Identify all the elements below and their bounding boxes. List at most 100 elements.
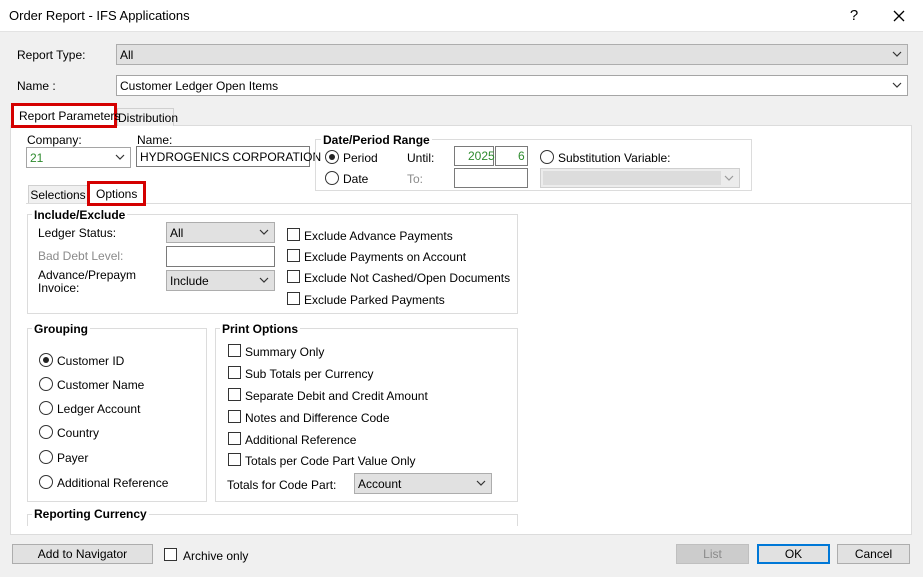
tab-options[interactable]: Options [87, 181, 146, 206]
print-options-title: Print Options [220, 322, 300, 336]
notes-difference-code-label: Notes and Difference Code [245, 411, 390, 425]
title-bar: Order Report - IFS Applications ? [0, 0, 923, 32]
grouping-additional-reference-radio[interactable] [39, 475, 53, 489]
company-name-value: HYDROGENICS CORPORATION [140, 150, 322, 164]
report-type-select[interactable]: All [116, 44, 908, 65]
company-name-field[interactable]: HYDROGENICS CORPORATION [136, 146, 321, 167]
summary-only-label: Summary Only [245, 345, 325, 359]
to-label: To: [407, 172, 424, 186]
until-period-field[interactable]: 6 [495, 146, 528, 166]
date-label: Date [343, 172, 369, 186]
grouping-ledger-account-radio[interactable] [39, 401, 53, 415]
tab-report-parameters-label: Report Parameters [19, 109, 121, 123]
advance-prepaym-label-2: Invoice: [38, 281, 80, 295]
close-button[interactable] [879, 3, 919, 29]
sub-totals-per-currency-checkbox[interactable] [228, 366, 241, 379]
chevron-down-icon [258, 225, 270, 239]
tab-selections[interactable]: Selections [28, 185, 88, 203]
summary-only-checkbox[interactable] [228, 344, 241, 357]
report-type-label: Report Type: [17, 48, 86, 62]
substitution-variable-label: Substitution Variable: [558, 151, 671, 165]
ledger-status-value: All [170, 226, 184, 240]
totals-for-code-part-value: Account [358, 477, 402, 491]
sub-totals-per-currency-label: Sub Totals per Currency [245, 367, 374, 381]
subtab-divider [26, 203, 912, 204]
period-label: Period [343, 151, 378, 165]
archive-only-label: Archive only [183, 549, 249, 563]
grouping-customer-id-radio[interactable] [39, 353, 53, 367]
separate-debit-credit-checkbox[interactable] [228, 388, 241, 401]
to-field[interactable] [454, 168, 528, 188]
cancel-button[interactable]: Cancel [837, 544, 910, 564]
ledger-status-select[interactable]: All [166, 222, 275, 243]
until-year-value: 2025 [468, 149, 495, 163]
date-radio[interactable] [325, 171, 339, 185]
totals-per-code-part-label: Totals per Code Part Value Only [245, 454, 416, 468]
tab-distribution[interactable]: Distribution [117, 108, 178, 126]
chevron-down-icon [723, 171, 735, 185]
substitution-variable-select[interactable] [540, 168, 740, 188]
grouping-customer-name-radio[interactable] [39, 377, 53, 391]
grouping-country-label: Country [57, 426, 100, 440]
include-exclude-title: Include/Exclude [32, 208, 128, 222]
grouping-additional-reference-label: Additional Reference [57, 476, 169, 490]
grouping-payer-radio[interactable] [39, 450, 53, 464]
help-button[interactable]: ? [834, 3, 874, 29]
reporting-currency-title: Reporting Currency [32, 507, 149, 521]
chevron-down-icon [891, 47, 903, 61]
chevron-down-icon [258, 273, 270, 287]
company-value: 21 [30, 151, 44, 165]
additional-reference-label: Additional Reference [245, 433, 357, 447]
period-radio[interactable] [325, 150, 339, 164]
totals-for-code-part-label: Totals for Code Part: [227, 478, 337, 492]
exclude-advance-payments-checkbox[interactable] [287, 228, 300, 241]
tab-report-parameters[interactable]: Report Parameters [11, 103, 121, 128]
date-period-range-title: Date/Period Range [321, 133, 432, 147]
grouping-customer-id-label: Customer ID [57, 354, 125, 368]
chevron-down-icon [891, 78, 903, 92]
bad-debt-level-field[interactable] [166, 246, 275, 267]
company-select[interactable]: 21 [26, 147, 131, 168]
grouping-country-radio[interactable] [39, 425, 53, 439]
exclude-not-cashed-label: Exclude Not Cashed/Open Documents [304, 271, 511, 285]
window-title: Order Report - IFS Applications [9, 8, 190, 23]
totals-per-code-part-checkbox[interactable] [228, 453, 241, 466]
exclude-payments-on-account-label: Exclude Payments on Account [304, 250, 467, 264]
additional-reference-checkbox[interactable] [228, 432, 241, 445]
exclude-parked-payments-label: Exclude Parked Payments [304, 293, 445, 307]
add-to-navigator-button[interactable]: Add to Navigator [12, 544, 153, 564]
chevron-down-icon [475, 476, 487, 490]
close-icon [893, 7, 905, 24]
company-name-label: Name: [137, 133, 173, 147]
until-period-value: 6 [518, 149, 525, 163]
advance-prepaym-value: Include [170, 274, 209, 288]
grouping-title: Grouping [32, 322, 90, 336]
advance-prepaym-select[interactable]: Include [166, 270, 275, 291]
ok-button[interactable]: OK [757, 544, 830, 564]
grouping-payer-label: Payer [57, 451, 89, 465]
exclude-advance-payments-label: Exclude Advance Payments [304, 229, 453, 243]
separate-debit-credit-label: Separate Debit and Credit Amount [245, 389, 428, 403]
report-type-value: All [120, 48, 134, 62]
chevron-down-icon [114, 150, 126, 164]
report-name-value: Customer Ledger Open Items [120, 79, 279, 93]
substitution-variable-radio[interactable] [540, 150, 554, 164]
company-label: Company: [27, 133, 82, 147]
notes-difference-code-checkbox[interactable] [228, 410, 241, 423]
ledger-status-label: Ledger Status: [38, 226, 117, 240]
archive-only-checkbox[interactable] [164, 548, 177, 561]
totals-for-code-part-select[interactable]: Account [354, 473, 492, 494]
report-name-select[interactable]: Customer Ledger Open Items [116, 75, 908, 96]
exclude-payments-on-account-checkbox[interactable] [287, 249, 300, 262]
list-button[interactable]: List [676, 544, 749, 564]
bad-debt-level-label: Bad Debt Level: [38, 249, 124, 263]
exclude-not-cashed-checkbox[interactable] [287, 270, 300, 283]
tab-options-label: Options [96, 187, 138, 201]
report-name-label: Name : [17, 79, 56, 93]
grouping-ledger-account-label: Ledger Account [57, 402, 141, 416]
grouping-customer-name-label: Customer Name [57, 378, 145, 392]
exclude-parked-payments-checkbox[interactable] [287, 292, 300, 305]
advance-prepaym-label-1: Advance/Prepaym [38, 268, 137, 282]
until-label: Until: [407, 151, 435, 165]
until-year-field[interactable]: 2025 [454, 146, 495, 166]
